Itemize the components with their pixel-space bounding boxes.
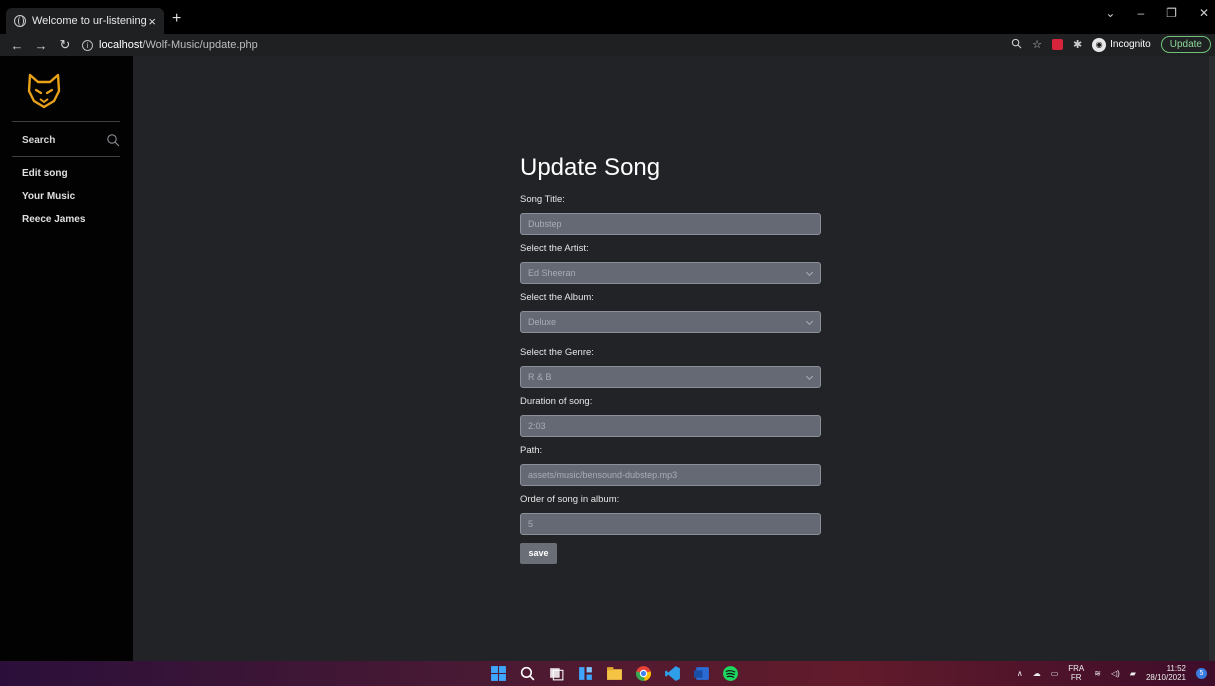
song-title-input[interactable]: Dubstep: [520, 213, 821, 235]
sidebar-search-label: Search: [22, 134, 56, 146]
toolbar-right: ☆ ✱ ◉ Incognito Update: [1011, 36, 1211, 53]
album-label: Select the Album:: [520, 292, 594, 303]
path-label: Path:: [520, 445, 543, 456]
sidebar-item-your-music[interactable]: Your Music: [22, 191, 75, 202]
address-bar[interactable]: i localhost /Wolf-Music/update.php: [82, 39, 258, 51]
song-title-label: Song Title:: [520, 194, 565, 205]
song-title-value: Dubstep: [528, 219, 562, 229]
globe-icon: [14, 15, 26, 27]
wolf-logo-icon[interactable]: [24, 71, 64, 111]
restore-button[interactable]: ❐: [1166, 6, 1177, 20]
windows-start-icon[interactable]: [490, 665, 507, 682]
album-value: Deluxe: [528, 317, 557, 327]
duration-label: Duration of song:: [520, 396, 593, 407]
clock-date: 28/10/2021: [1145, 673, 1186, 682]
genre-label: Select the Genre:: [520, 347, 594, 358]
tab-close-button[interactable]: ×: [148, 14, 156, 29]
forward-arrow-icon[interactable]: →: [34, 38, 48, 53]
browser-tab[interactable]: Welcome to ur-listening ×: [6, 8, 164, 34]
system-tray: ∧ ☁ ▭ FRA FR ≋ ◁) ▰ 11:52 28/10/2021 5: [1017, 664, 1207, 682]
search-icon: [107, 134, 120, 147]
new-tab-button[interactable]: +: [172, 10, 181, 28]
lang-code: FRA: [1068, 664, 1085, 673]
chevron-down-icon: [805, 317, 814, 326]
window-controls: ⌄ – ❐ ✕: [1105, 6, 1209, 20]
page-title: Update Song: [520, 154, 661, 181]
genre-select[interactable]: R & B: [520, 366, 821, 388]
chevron-up-icon[interactable]: ∧: [1017, 669, 1023, 678]
site-info-icon[interactable]: i: [82, 39, 93, 51]
back-arrow-icon[interactable]: ←: [10, 38, 24, 53]
update-button[interactable]: Update: [1160, 36, 1211, 53]
url-path: /Wolf-Music/update.php: [142, 39, 258, 51]
extension-icon[interactable]: [1051, 39, 1063, 50]
bookmark-star-icon[interactable]: ☆: [1032, 38, 1042, 51]
browser-toolbar: ← → ↻ i localhost /Wolf-Music/update.php…: [0, 34, 1215, 56]
lang-layout: FR: [1070, 673, 1082, 682]
order-input[interactable]: 5: [520, 513, 821, 535]
zoom-icon[interactable]: [1011, 38, 1022, 52]
vscode-icon[interactable]: [664, 665, 681, 682]
incognito-label: Incognito: [1110, 39, 1151, 50]
page: Search Edit song Your Music Reece James …: [0, 56, 1215, 661]
browser-tabbar: Welcome to ur-listening × + ⌄ – ❐ ✕: [0, 0, 1215, 34]
task-view-icon[interactable]: [548, 665, 565, 682]
spotify-icon[interactable]: [722, 665, 739, 682]
incognito-indicator[interactable]: ◉ Incognito: [1092, 37, 1151, 52]
page-scrollbar[interactable]: [1209, 56, 1215, 661]
artist-label: Select the Artist:: [520, 243, 589, 254]
path-input[interactable]: assets/music/bensound-dubstep.mp3: [520, 464, 821, 486]
wifi-icon[interactable]: ≋: [1094, 669, 1101, 678]
reload-icon[interactable]: ↻: [58, 37, 72, 53]
notification-badge[interactable]: 5: [1196, 667, 1207, 679]
onedrive-cloud-icon[interactable]: ☁: [1033, 669, 1041, 678]
duration-input[interactable]: 2:03: [520, 415, 821, 437]
close-window-button[interactable]: ✕: [1199, 6, 1209, 20]
artist-value: Ed Sheeran: [528, 268, 576, 278]
volume-icon[interactable]: ◁): [1111, 669, 1120, 678]
update-song-form: Update Song Song Title: Dubstep Select t…: [520, 154, 822, 564]
clock-time: 11:52: [1166, 664, 1186, 673]
sidebar: Search Edit song Your Music Reece James: [0, 56, 133, 661]
path-value: assets/music/bensound-dubstep.mp3: [528, 470, 678, 480]
genre-value: R & B: [528, 372, 552, 382]
sidebar-divider: [12, 121, 120, 122]
url-host: localhost: [99, 39, 143, 51]
word-icon[interactable]: [693, 665, 710, 682]
widgets-icon[interactable]: [577, 665, 594, 682]
sidebar-search[interactable]: Search: [22, 133, 120, 147]
file-explorer-icon[interactable]: [606, 665, 623, 682]
battery-icon[interactable]: ▰: [1130, 669, 1136, 678]
sidebar-item-edit-song[interactable]: Edit song: [22, 168, 68, 179]
tab-search-icon[interactable]: ⌄: [1105, 6, 1115, 20]
incognito-icon: ◉: [1092, 37, 1107, 52]
chevron-down-icon: [805, 372, 814, 381]
artist-select[interactable]: Ed Sheeran: [520, 262, 821, 284]
minimize-button[interactable]: –: [1137, 6, 1144, 20]
extensions-puzzle-icon[interactable]: ✱: [1073, 38, 1082, 51]
language-indicator[interactable]: FRA FR: [1068, 664, 1084, 682]
clock[interactable]: 11:52 28/10/2021: [1146, 664, 1186, 682]
chevron-down-icon: [805, 268, 814, 277]
search-icon[interactable]: [519, 665, 536, 682]
sidebar-divider: [12, 156, 120, 157]
order-value: 5: [528, 519, 534, 529]
album-select[interactable]: Deluxe: [520, 311, 821, 333]
taskbar-apps: [490, 665, 739, 682]
sidebar-item-user[interactable]: Reece James: [22, 214, 85, 225]
order-label: Order of song in album:: [520, 494, 620, 505]
tab-title: Welcome to ur-listening: [32, 15, 147, 27]
screen: Welcome to ur-listening × + ⌄ – ❐ ✕ ← → …: [0, 0, 1215, 686]
os-taskbar: ∧ ☁ ▭ FRA FR ≋ ◁) ▰ 11:52 28/10/2021 5: [0, 661, 1215, 686]
save-button[interactable]: save: [520, 543, 557, 564]
keyboard-icon[interactable]: ▭: [1051, 669, 1059, 678]
duration-value: 2:03: [528, 421, 546, 431]
chrome-icon[interactable]: [635, 665, 652, 682]
